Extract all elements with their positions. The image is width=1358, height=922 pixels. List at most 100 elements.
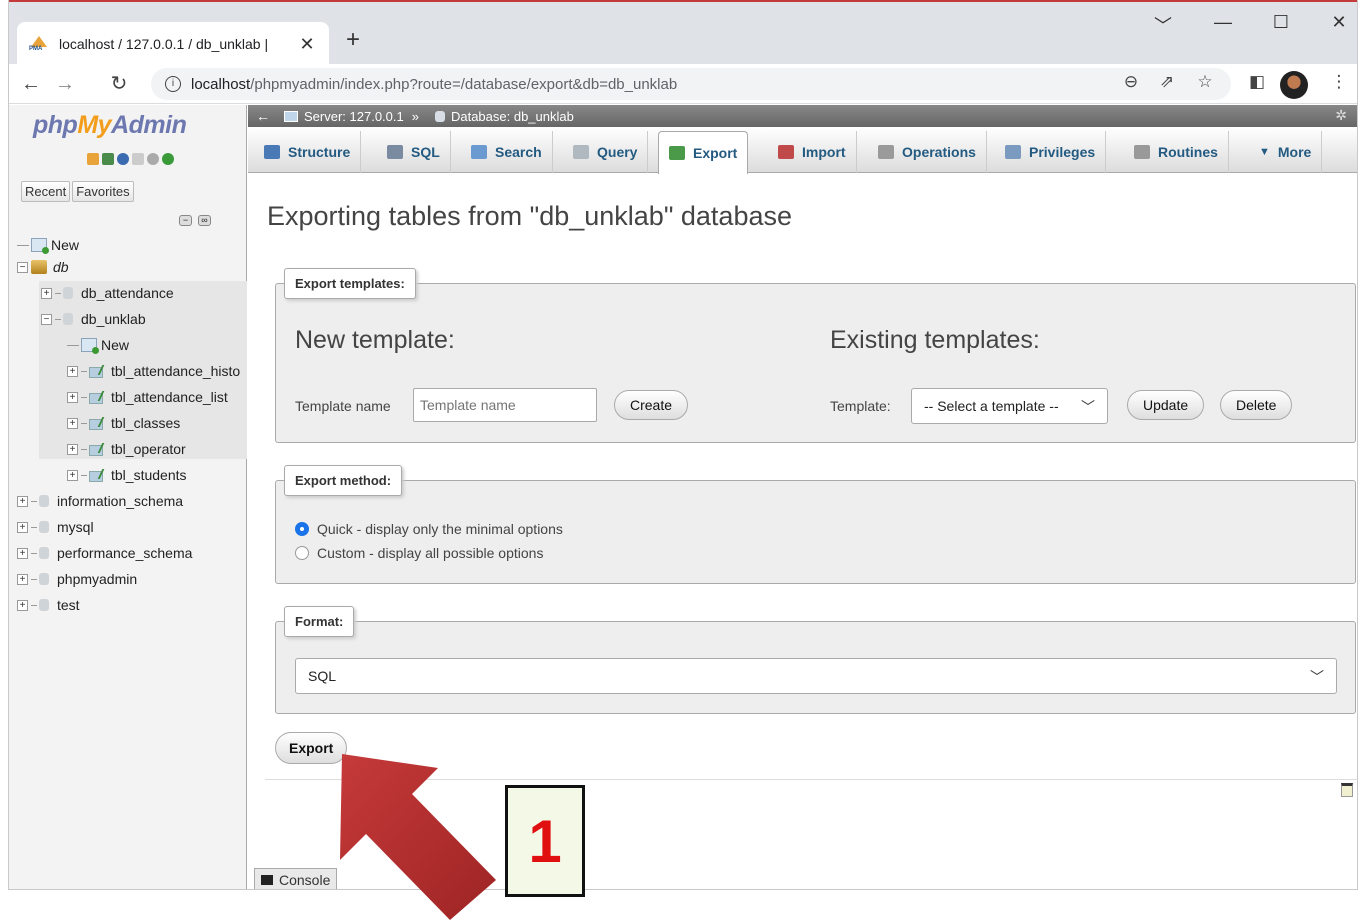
tree-item[interactable]: + tbl_attendance_histo: [67, 361, 240, 381]
expand-icon[interactable]: +: [67, 391, 78, 403]
tab-routines[interactable]: Routines: [1124, 131, 1229, 173]
expand-icon[interactable]: −: [41, 313, 52, 325]
tree-item[interactable]: + mysql: [17, 517, 94, 537]
table-icon: [89, 443, 103, 456]
custom-radio[interactable]: [295, 546, 309, 560]
maximize-button[interactable]: ☐: [1261, 12, 1301, 33]
tree-item[interactable]: − db_unklab: [41, 309, 146, 329]
expand-icon[interactable]: +: [67, 417, 78, 429]
collapse-all-icon[interactable]: −: [179, 215, 192, 226]
tab-sql[interactable]: SQL: [377, 131, 451, 173]
tree-item-label: phpmyadmin: [57, 571, 138, 587]
expand-icon[interactable]: +: [17, 547, 28, 559]
quick-method-option[interactable]: Quick - display only the minimal options: [295, 521, 563, 537]
tab-operations[interactable]: Operations: [868, 131, 987, 173]
reload-icon[interactable]: ↻: [105, 70, 133, 98]
tab-import[interactable]: Import: [768, 131, 857, 173]
database-icon: [39, 547, 49, 559]
tree-item[interactable]: + tbl_attendance_list: [67, 387, 228, 407]
browser-tab[interactable]: localhost / 127.0.0.1 / db_unklab | ✕: [17, 22, 329, 66]
tab-privileges[interactable]: Privileges: [995, 131, 1107, 173]
tree-item[interactable]: + tbl_classes: [67, 413, 180, 433]
site-info-icon[interactable]: i: [165, 76, 181, 92]
expand-icon[interactable]: +: [67, 365, 78, 377]
tab-label: Structure: [288, 144, 351, 160]
breadcrumb: ← Server: 127.0.0.1 » Database: db_unkla…: [248, 105, 1357, 127]
tree-item[interactable]: + db_attendance: [41, 283, 174, 303]
reload-nav-icon[interactable]: [162, 153, 174, 165]
tab-export[interactable]: Export: [658, 131, 749, 174]
menu-kebab-icon[interactable]: ⋮: [1327, 72, 1351, 92]
database-icon: [434, 110, 445, 122]
tree-item[interactable]: New: [17, 235, 79, 255]
tree-item[interactable]: + performance_schema: [17, 543, 192, 563]
tab-structure[interactable]: Structure: [254, 131, 362, 173]
forward-arrow-icon[interactable]: →: [51, 70, 79, 98]
tab-close-icon[interactable]: ✕: [297, 34, 317, 55]
bookmark-star-icon[interactable]: ☆: [1193, 72, 1217, 92]
collapse-icon[interactable]: −: [17, 261, 28, 273]
phpmyadmin-logo[interactable]: phpMyAdmin: [33, 111, 187, 140]
template-name-input[interactable]: [413, 388, 597, 422]
share-icon[interactable]: ⇗: [1155, 72, 1179, 92]
create-template-button[interactable]: Create: [614, 390, 689, 420]
delete-template-button[interactable]: Delete: [1220, 390, 1293, 420]
minimize-button[interactable]: —: [1203, 12, 1243, 33]
favorites-tab[interactable]: Favorites: [72, 181, 134, 202]
recent-tab[interactable]: Recent: [21, 181, 71, 202]
tree-item[interactable]: + information_schema: [17, 491, 183, 511]
collapse-nav-arrow-icon[interactable]: ←: [256, 108, 270, 124]
help-icon[interactable]: [117, 153, 129, 165]
tree-item[interactable]: − db: [17, 257, 69, 277]
new-tab-button[interactable]: +: [339, 26, 367, 54]
database-icon: [63, 287, 73, 299]
settings-gear-icon[interactable]: ✲: [1335, 107, 1347, 124]
expand-icon[interactable]: +: [17, 573, 28, 585]
quick-label: Quick - display only the minimal options: [317, 521, 563, 537]
console-toggle[interactable]: Console: [254, 868, 338, 889]
chevron-down-icon: ﹀: [1310, 669, 1324, 685]
tab-search-icon[interactable]: ﹀: [1143, 12, 1183, 38]
documentation-icon[interactable]: [132, 153, 144, 165]
close-window-button[interactable]: ✕: [1319, 12, 1357, 33]
expand-icon[interactable]: +: [67, 443, 78, 455]
expand-icon[interactable]: +: [17, 599, 28, 611]
tab-search[interactable]: Search: [461, 131, 553, 173]
logout-icon[interactable]: [102, 153, 114, 165]
tree-item[interactable]: + tbl_operator: [67, 439, 186, 459]
tab-more[interactable]: ▼ More: [1249, 131, 1323, 173]
profile-avatar[interactable]: [1280, 71, 1308, 99]
caret-down-icon: ▼: [1259, 146, 1270, 158]
link-with-main-icon[interactable]: ∞: [198, 215, 211, 226]
expand-icon[interactable]: +: [67, 469, 78, 481]
zoom-icon[interactable]: ⊖: [1119, 72, 1143, 92]
expand-icon[interactable]: +: [17, 521, 28, 533]
console-icon: [261, 874, 273, 885]
expand-icon[interactable]: +: [17, 495, 28, 507]
tree-item[interactable]: + tbl_students: [67, 465, 187, 485]
browser-window: localhost / 127.0.0.1 / db_unklab | ✕ + …: [8, 0, 1358, 890]
sql-icon: [387, 145, 403, 159]
breadcrumb-database[interactable]: Database: db_unklab: [451, 109, 574, 124]
tree-item[interactable]: New: [67, 335, 129, 355]
tree-item[interactable]: + test: [17, 595, 80, 615]
notes-icon[interactable]: [1341, 783, 1353, 797]
settings-gear-icon[interactable]: [147, 153, 159, 165]
expand-icon[interactable]: +: [41, 287, 52, 299]
tree-item-label: mysql: [57, 519, 94, 535]
format-select[interactable]: SQL ﹀: [295, 658, 1337, 694]
breadcrumb-server[interactable]: Server: 127.0.0.1: [304, 109, 404, 124]
custom-method-option[interactable]: Custom - display all possible options: [295, 545, 543, 561]
quick-radio[interactable]: [295, 522, 309, 536]
address-bar[interactable]: i localhost/phpmyadmin/index.php?route=/…: [151, 68, 1231, 100]
home-icon[interactable]: [87, 153, 99, 165]
format-fieldset: Format: SQL ﹀: [275, 606, 1356, 714]
template-select[interactable]: -- Select a template -- ﹀: [911, 388, 1108, 424]
back-arrow-icon[interactable]: ←: [17, 70, 45, 98]
tab-query[interactable]: Query: [563, 131, 649, 173]
side-panel-icon[interactable]: ◧: [1245, 72, 1269, 92]
export-button[interactable]: Export: [275, 732, 348, 764]
update-template-button[interactable]: Update: [1127, 390, 1205, 420]
tree-item[interactable]: + phpmyadmin: [17, 569, 137, 589]
export-templates-legend: Export templates:: [284, 268, 416, 299]
